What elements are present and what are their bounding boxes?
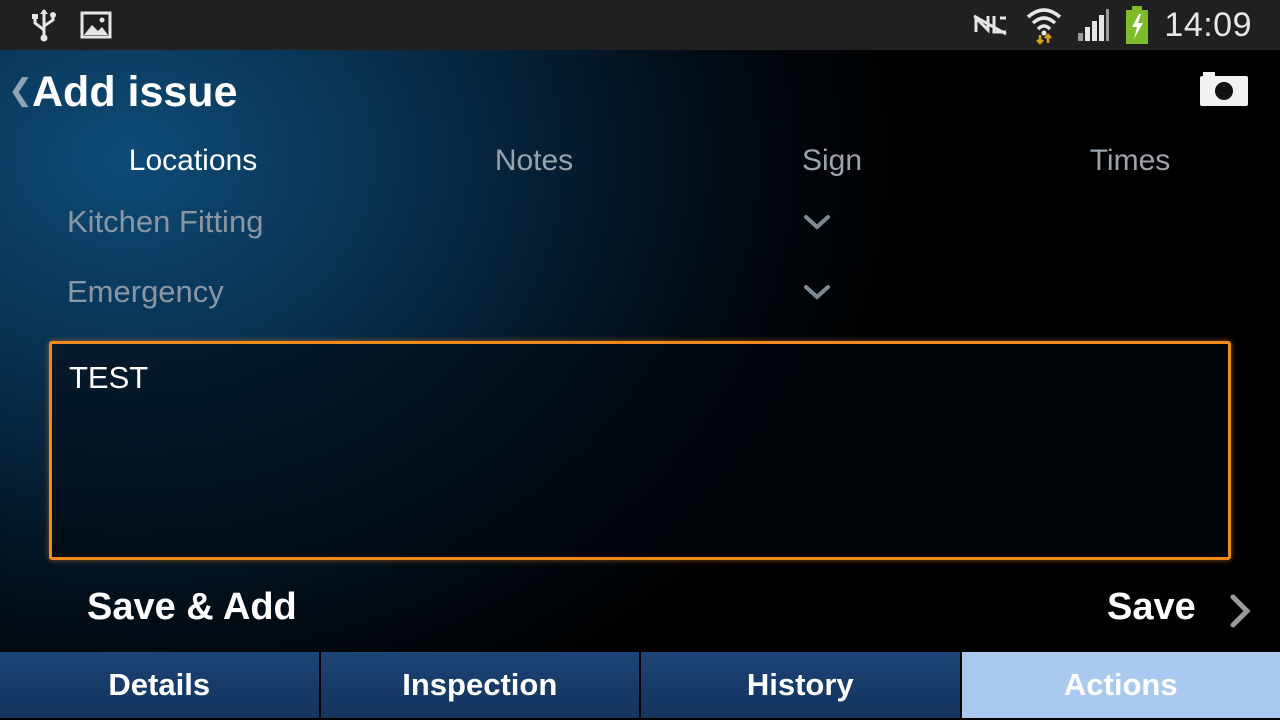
priority-dropdown[interactable]: Emergency — [0, 264, 1280, 330]
header: ❮ Add issue — [0, 50, 1280, 136]
camera-icon[interactable] — [1200, 72, 1248, 106]
location-dropdown-value: Kitchen Fitting — [67, 204, 264, 239]
save-and-add-button[interactable]: Save & Add — [87, 586, 297, 629]
signal-icon — [1078, 9, 1110, 41]
status-bar: 14:09 — [0, 0, 1280, 50]
chevron-down-icon — [804, 285, 830, 300]
back-chevron-icon[interactable]: ❮ — [8, 76, 33, 106]
status-bar-left — [30, 8, 112, 42]
priority-dropdown-value: Emergency — [67, 274, 224, 309]
nfc-icon — [973, 14, 1008, 36]
save-button[interactable]: Save — [1107, 586, 1196, 629]
location-dropdown[interactable]: Kitchen Fitting — [0, 194, 1280, 260]
issue-description-value: TEST — [69, 360, 149, 395]
tab-notes[interactable]: Notes — [495, 144, 573, 178]
add-issue-screen: ❮ Add issue Locations Notes Sign Times K… — [0, 50, 1280, 652]
wifi-icon — [1027, 8, 1062, 45]
battery-charging-icon — [1126, 6, 1149, 44]
nav-tab-details[interactable]: Details — [0, 652, 319, 718]
usb-icon — [32, 9, 56, 42]
chevron-right-icon[interactable] — [1226, 592, 1254, 630]
nav-tab-history[interactable]: History — [641, 652, 960, 718]
page-title[interactable]: Add issue — [32, 66, 238, 118]
tab-times[interactable]: Times — [1090, 144, 1171, 178]
sub-tabs: Locations Notes Sign Times — [0, 136, 1280, 186]
status-bar-right: 14:09 — [970, 4, 1252, 46]
clock: 14:09 — [1164, 5, 1252, 44]
nav-tab-inspection[interactable]: Inspection — [320, 652, 639, 718]
nav-tab-actions[interactable]: Actions — [961, 652, 1280, 718]
issue-description-field[interactable]: TEST — [49, 341, 1231, 560]
bottom-nav: Details Inspection History Actions — [0, 652, 1280, 720]
tab-sign[interactable]: Sign — [802, 144, 862, 178]
tab-locations[interactable]: Locations — [129, 144, 257, 178]
image-icon — [80, 11, 112, 39]
chevron-down-icon — [804, 215, 830, 230]
